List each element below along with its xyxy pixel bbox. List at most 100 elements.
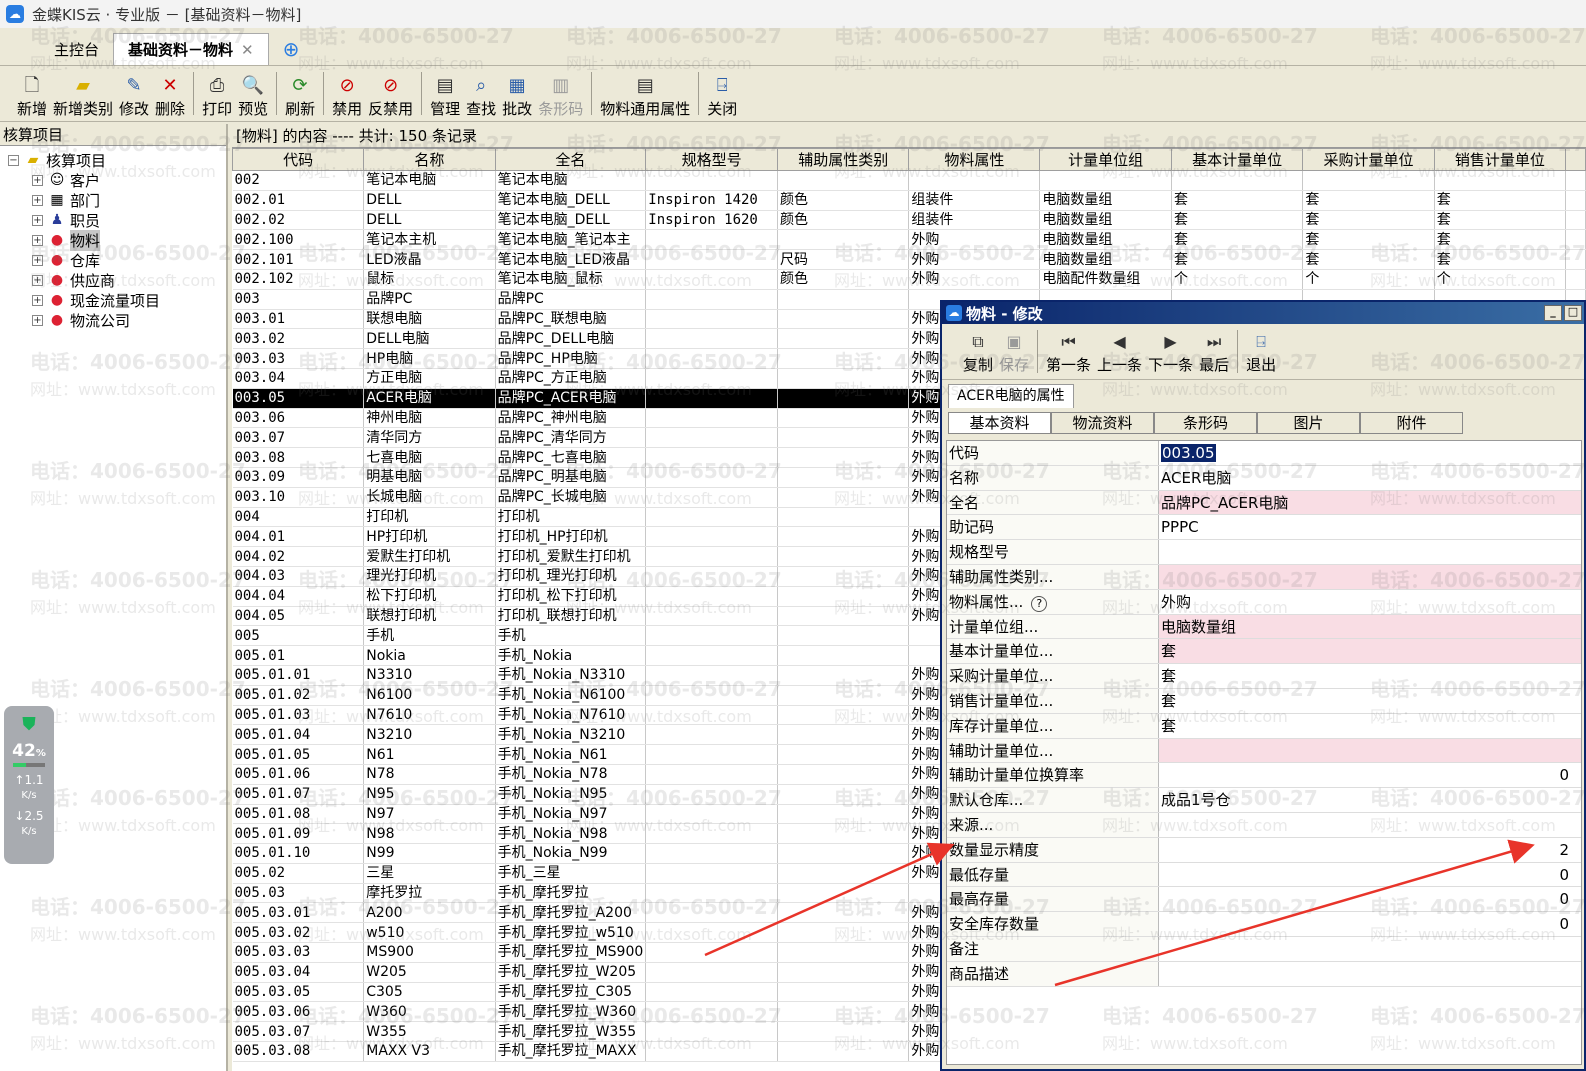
tree-item-logistics[interactable]: + ● 物流公司 [0, 310, 226, 330]
column-header[interactable]: 采购计量单位 [1302, 148, 1435, 171]
property-value-field[interactable]: 0 [1159, 763, 1581, 787]
tab-console[interactable]: 主控台 [40, 33, 113, 65]
tree-item-cashflow[interactable]: + ● 现金流量项目 [0, 290, 226, 310]
delete-button[interactable]: ✕ 删除 [152, 66, 188, 120]
table-row[interactable]: 002.102 鼠标 笔记本电脑_鼠标 颜色 外购 电脑配件数量组个个个 [232, 269, 1586, 290]
column-header[interactable]: 辅助属性类别 [777, 148, 910, 171]
batch-edit-button[interactable]: ▦ 批改 [499, 66, 535, 120]
column-header[interactable]: 计量单位组 [1039, 148, 1172, 171]
expand-icon[interactable]: + [32, 214, 43, 226]
property-value-field[interactable] [1159, 813, 1581, 837]
tree-item-material[interactable]: + ● 物料 [0, 229, 226, 251]
property-value-field[interactable] [1159, 540, 1581, 564]
expand-icon[interactable]: + [32, 294, 43, 306]
close-button[interactable]: ⍈ 关闭 [704, 66, 740, 120]
property-value-field[interactable]: 外购 [1159, 590, 1581, 614]
barcode-button[interactable]: ▥ 条形码 [535, 66, 586, 120]
table-row[interactable]: 002 笔记本电脑 笔记本电脑 [232, 170, 1586, 191]
section-tab-attributes[interactable]: ACER电脑的属性 [948, 384, 1074, 408]
new-button[interactable]: 🗋 新增 [14, 66, 50, 120]
property-value-field[interactable]: 成品1号仓 [1159, 788, 1581, 812]
save-button[interactable]: ▣ 保存 [996, 324, 1032, 376]
property-value-field[interactable] [1159, 564, 1581, 589]
property-value-field[interactable] [1159, 962, 1581, 986]
new-category-button[interactable]: ▰ 新增类别 [50, 66, 116, 120]
table-cell [777, 507, 910, 528]
close-icon[interactable]: ✕ [241, 41, 254, 59]
expand-icon[interactable]: + [32, 234, 43, 246]
refresh-button[interactable]: ⟳ 刷新 [282, 66, 318, 120]
tree-item-supplier[interactable]: + ● 供应商 [0, 270, 226, 290]
subtab-attachment[interactable]: 附件 [1360, 412, 1463, 434]
subtab-image[interactable]: 图片 [1257, 412, 1360, 434]
column-header[interactable]: 规格型号 [645, 148, 779, 171]
property-value-field[interactable]: 0 [1159, 912, 1581, 936]
property-value-field[interactable]: 套 [1159, 664, 1581, 688]
network-monitor-widget[interactable]: ⛊ 42% ↑1.1 K/s ↓2.5 K/s [4, 706, 54, 864]
property-value-field[interactable]: 品牌PC_ACER电脑 [1159, 490, 1581, 515]
manage-button[interactable]: ▤ 管理 [427, 66, 463, 120]
property-value-field[interactable]: 套 [1159, 639, 1581, 664]
tree-item-customer[interactable]: + ☺ 客户 [0, 170, 226, 190]
property-value-field[interactable]: 003.05 [1159, 441, 1581, 465]
table-row[interactable]: 002.101 LED液晶 笔记本电脑_LED液晶 尺码 外购 电脑数量组套套套 [232, 249, 1586, 270]
property-value-field[interactable]: PPPC [1159, 515, 1581, 539]
expand-icon[interactable]: + [32, 274, 43, 286]
subtab-basic[interactable]: 基本资料 [948, 412, 1051, 434]
table-cell: 手机_Nokia_N7610 [495, 705, 647, 726]
preview-button[interactable]: 🔍 预览 [235, 66, 271, 120]
edit-button[interactable]: ✎ 修改 [116, 66, 152, 120]
column-header[interactable]: 基本计量单位 [1170, 148, 1304, 171]
column-header[interactable]: 全名 [494, 148, 647, 171]
property-value-field[interactable] [1159, 937, 1581, 961]
copy-button[interactable]: ⧉ 复制 [960, 324, 996, 376]
tree-item-department[interactable]: + ▦ 部门 [0, 190, 226, 210]
last-icon: ⏭ [1206, 332, 1222, 351]
help-icon[interactable]: ? [1031, 595, 1048, 612]
maximize-icon[interactable]: □ [1564, 305, 1582, 321]
subtab-logistics[interactable]: 物流资料 [1051, 412, 1154, 434]
collapse-icon[interactable]: − [8, 154, 19, 166]
table-cell [1302, 170, 1435, 191]
next-record-button[interactable]: ▶ 下一条 [1145, 324, 1196, 376]
tab-material[interactable]: 基础资料－物料 ✕ [113, 33, 269, 65]
previous-record-button[interactable]: ◀ 上一条 [1094, 324, 1145, 376]
subtab-barcode[interactable]: 条形码 [1154, 412, 1257, 434]
expand-icon[interactable]: + [32, 254, 43, 266]
tree-item-warehouse[interactable]: + ● 仓库 [0, 250, 226, 270]
property-value-field[interactable]: 套 [1159, 714, 1581, 738]
tree-root[interactable]: − ▰ 核算项目 [0, 150, 226, 170]
print-button[interactable]: ⎙ 打印 [199, 66, 235, 120]
property-value-field[interactable]: 套 [1159, 689, 1581, 713]
property-value-field[interactable]: 2 [1159, 838, 1581, 862]
column-header[interactable]: 销售计量单位 [1433, 148, 1567, 171]
first-record-button[interactable]: ⏮ 第一条 [1043, 324, 1094, 376]
property-value-field[interactable] [1159, 738, 1581, 763]
property-value-field[interactable]: 电脑数量组 [1159, 614, 1581, 639]
find-button[interactable]: ⌕ 查找 [463, 66, 499, 120]
common-attributes-button[interactable]: ▤ 物料通用属性 [597, 66, 693, 120]
table-row[interactable]: 002.01 DELL 笔记本电脑_DELL Inspiron 1420 颜色 组装件 电脑… [232, 190, 1586, 211]
expand-icon[interactable]: + [32, 174, 43, 186]
column-header[interactable]: 名称 [363, 148, 496, 171]
expand-icon[interactable]: + [32, 314, 43, 326]
add-tab-icon[interactable]: ⊕ [283, 33, 300, 65]
property-value-field[interactable]: ACER电脑 [1159, 466, 1581, 490]
enable-button[interactable]: ⊘ 反禁用 [365, 66, 416, 120]
dialog-title-bar[interactable]: ☁ 物料 - 修改 _ □ [942, 302, 1584, 324]
disable-button[interactable]: ⊘ 禁用 [329, 66, 365, 120]
tree-item-employee[interactable]: + ♟ 职员 [0, 210, 226, 230]
column-header[interactable]: 代码 [231, 148, 365, 171]
exit-button[interactable]: ⍈ 退出 [1243, 324, 1279, 376]
table-row[interactable]: 002.100 笔记本主机 笔记本电脑_笔记本主 外购 电脑数量组套套套 [232, 229, 1586, 251]
expand-icon[interactable]: + [32, 194, 43, 206]
minimize-icon[interactable]: _ [1544, 305, 1562, 321]
last-record-button[interactable]: ⏭ 最后 [1196, 324, 1232, 376]
table-cell: 005.01.10 [232, 843, 365, 864]
table-cell [645, 229, 779, 251]
property-row: 数量显示精度 2 [947, 837, 1581, 863]
property-value-field[interactable]: 0 [1159, 887, 1581, 911]
column-header[interactable]: 物料属性 [908, 148, 1041, 171]
table-row[interactable]: 002.02 DELL 笔记本电脑_DELL Inspiron 1620 颜色 组装件 电脑… [232, 210, 1586, 231]
property-value-field[interactable]: 0 [1159, 863, 1581, 887]
